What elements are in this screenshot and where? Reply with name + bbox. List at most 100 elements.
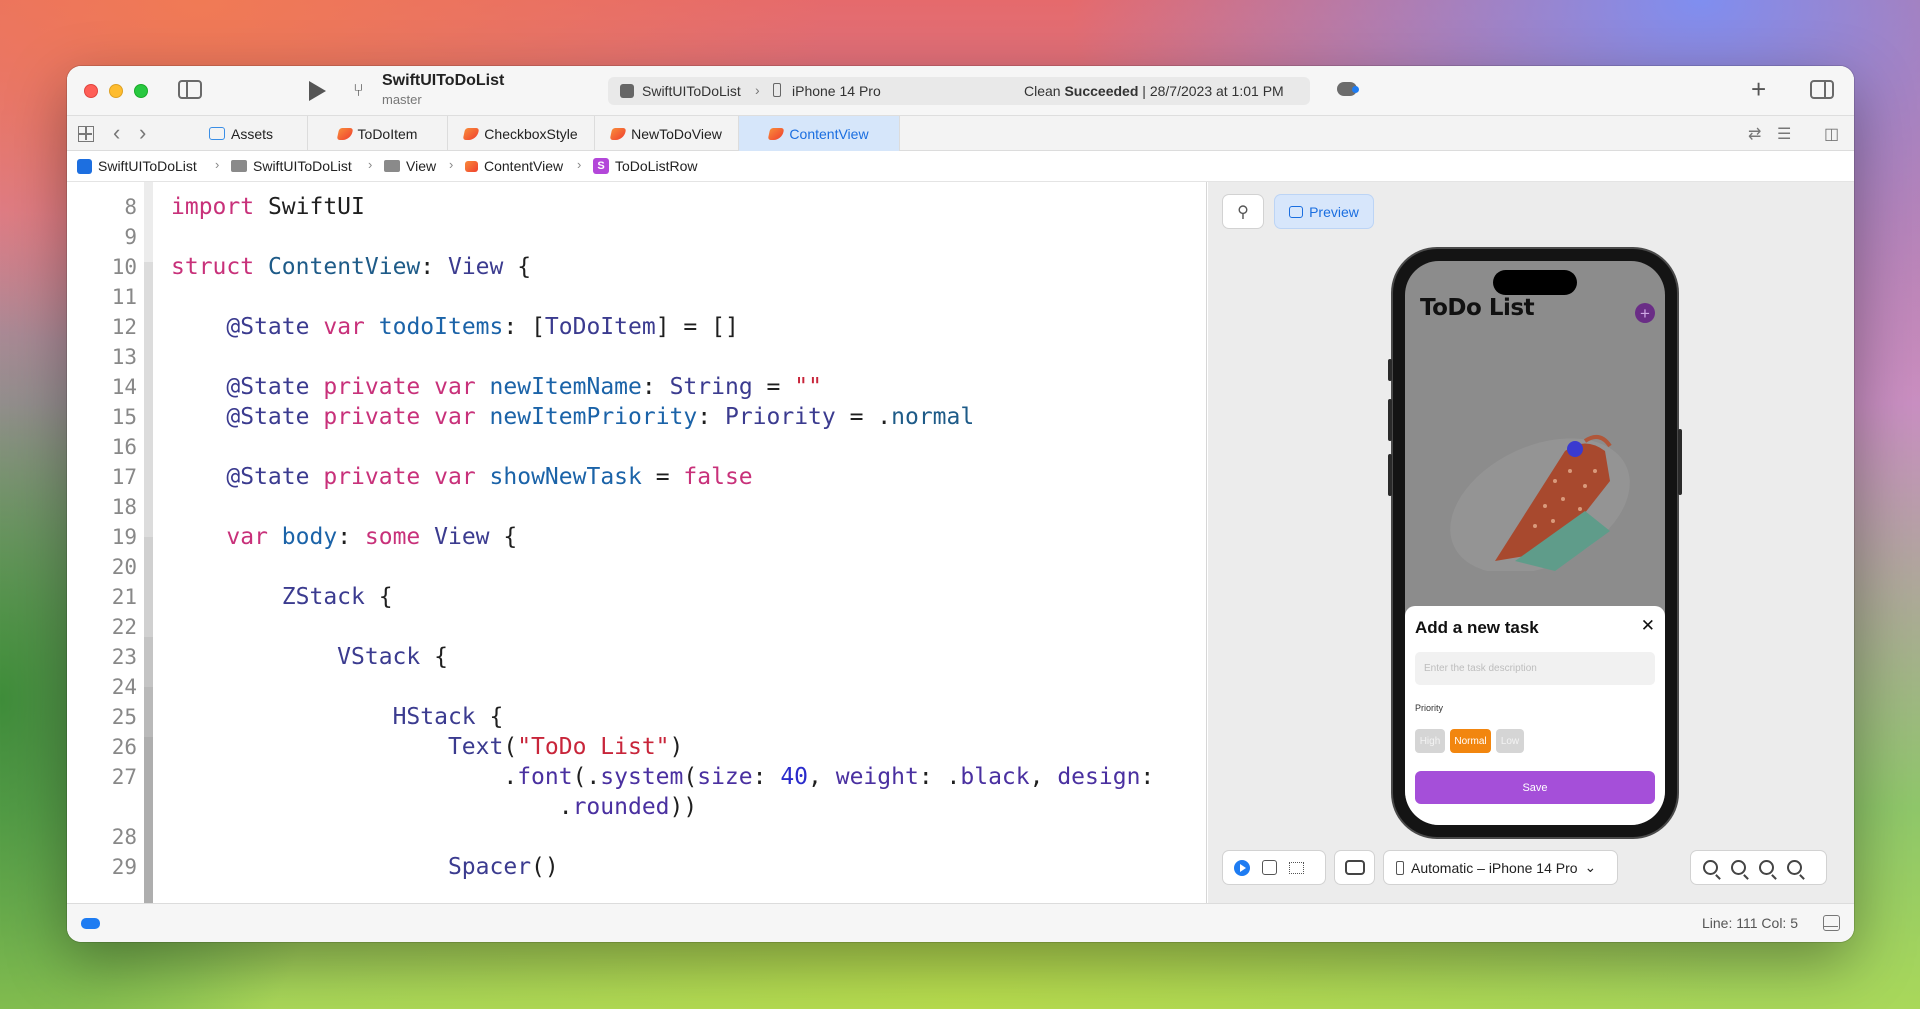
inspector-toggle-icon[interactable] — [1810, 80, 1834, 99]
device-selector[interactable]: Automatic – iPhone 14 Pro ⌄ — [1384, 851, 1617, 884]
tab-checkboxstyle[interactable]: CheckboxStyle — [448, 116, 595, 151]
zoom-actual-size-icon[interactable] — [1731, 860, 1746, 875]
code-line[interactable]: 15 @State private var newItemPriority: P… — [67, 402, 1206, 432]
zoom-in-icon[interactable] — [1787, 860, 1802, 875]
code-line[interactable]: 21 ZStack { — [67, 582, 1206, 612]
line-number: 26 — [111, 735, 137, 759]
branch-name[interactable]: master — [382, 92, 422, 107]
code-text: ZStack { — [281, 584, 393, 610]
add-library-button[interactable]: + — [1751, 74, 1766, 105]
code-line[interactable]: 26 Text("ToDo List") — [67, 732, 1206, 762]
code-line[interactable]: .rounded)) — [67, 792, 1206, 822]
line-number: 14 — [111, 375, 137, 399]
code-line[interactable]: 18 — [67, 492, 1206, 522]
add-task-icon[interactable]: + — [1635, 303, 1655, 323]
code-line[interactable]: 13 — [67, 342, 1206, 372]
status-bar: Line: 111 Col: 5 — [67, 903, 1854, 942]
breadcrumb-file[interactable]: ContentView — [465, 158, 563, 174]
chevron-right-icon: › — [215, 157, 220, 172]
code-line[interactable]: 8 import SwiftUI — [67, 192, 1206, 222]
forward-arrow-icon[interactable]: › — [139, 120, 146, 146]
iphone-icon — [1396, 860, 1404, 875]
grid-icon[interactable] — [78, 126, 94, 142]
priority-label: Priority — [1415, 703, 1444, 713]
code-line[interactable]: 10 struct ContentView: View { — [67, 252, 1206, 282]
tab-assets[interactable]: Assets — [175, 116, 308, 151]
code-line[interactable]: 28 — [67, 822, 1206, 852]
chevron-right-icon: › — [449, 157, 454, 172]
code-text: Spacer() — [447, 854, 559, 880]
scheme-selector[interactable]: SwiftUIToDoList — [642, 83, 741, 99]
zoom-to-fit-icon[interactable] — [1759, 860, 1774, 875]
scheme-app-icon — [620, 84, 634, 98]
debug-area-toggle-icon[interactable] — [81, 918, 100, 929]
phone-side-button — [1388, 399, 1392, 441]
swap-icon[interactable]: ⇄ — [1748, 124, 1761, 144]
code-line[interactable]: 23 VStack { — [67, 642, 1206, 672]
close-icon[interactable]: ✕ — [1641, 616, 1655, 636]
code-line[interactable]: 24 — [67, 672, 1206, 702]
branch-icon: ⑂ — [353, 80, 364, 100]
zoom-window-button[interactable] — [134, 84, 148, 98]
line-number: 20 — [111, 555, 137, 579]
folder-icon — [384, 160, 400, 172]
code-line[interactable]: 19 var body: some View { — [67, 522, 1206, 552]
breadcrumb-group[interactable]: SwiftUIToDoList — [231, 158, 352, 174]
pin-button[interactable]: ⚲ — [1223, 195, 1263, 228]
save-button[interactable]: Save — [1415, 771, 1655, 804]
code-line[interactable]: 29 Spacer() — [67, 852, 1206, 882]
split-editor-icon[interactable]: ◫ — [1824, 124, 1839, 144]
code-text: import SwiftUI — [171, 194, 365, 220]
priority-high-button[interactable]: High — [1415, 729, 1445, 753]
code-line[interactable]: 11 — [67, 282, 1206, 312]
run-destination-selector[interactable]: iPhone 14 Pro — [792, 83, 881, 99]
run-button[interactable] — [309, 81, 326, 101]
line-number: 16 — [111, 435, 137, 459]
code-line[interactable]: 27 .font(.system(size: 40, weight: .blac… — [67, 762, 1206, 792]
code-line[interactable]: 9 — [67, 222, 1206, 252]
activity-viewer: SwiftUIToDoList › iPhone 14 Pro Clean Su… — [608, 77, 1310, 105]
close-window-button[interactable] — [84, 84, 98, 98]
priority-normal-button[interactable]: Normal — [1450, 729, 1491, 753]
iphone-frame: ToDo List + Add a new task ✕ Enter the t… — [1388, 249, 1682, 837]
task-description-input[interactable] — [1415, 652, 1655, 685]
code-line[interactable]: 14 @State private var newItemName: Strin… — [67, 372, 1206, 402]
phone-side-button — [1388, 359, 1392, 381]
illustration-image — [1450, 435, 1630, 571]
panel-toggle-icon[interactable] — [1823, 915, 1840, 931]
breadcrumb-folder[interactable]: View — [384, 158, 436, 174]
variants-icon[interactable] — [1289, 861, 1304, 874]
live-preview-icon[interactable] — [1234, 859, 1250, 876]
priority-low-button[interactable]: Low — [1496, 729, 1524, 753]
back-arrow-icon[interactable]: ‹ — [113, 120, 120, 146]
struct-symbol-icon: S — [593, 158, 609, 174]
tab-newtodoview[interactable]: NewToDoView — [595, 116, 739, 151]
phone-screen: ToDo List + Add a new task ✕ Enter the t… — [1405, 261, 1665, 825]
navigator-toggle-icon[interactable] — [178, 80, 202, 99]
phone-side-button — [1388, 454, 1392, 496]
selectable-mode-icon[interactable] — [1262, 860, 1277, 875]
code-line[interactable]: 22 — [67, 612, 1206, 642]
breadcrumb-symbol[interactable]: S ToDoListRow — [593, 158, 697, 174]
project-title[interactable]: SwiftUIToDoList — [382, 72, 504, 90]
breadcrumb-project[interactable]: SwiftUIToDoList — [77, 158, 197, 174]
preview-button[interactable]: Preview — [1275, 195, 1373, 228]
minimize-window-button[interactable] — [109, 84, 123, 98]
tab-contentview[interactable]: ContentView — [739, 116, 900, 151]
line-number: 17 — [111, 465, 137, 489]
code-line[interactable]: 12 @State var todoItems: [ToDoItem] = [] — [67, 312, 1206, 342]
code-line[interactable]: 16 — [67, 432, 1206, 462]
swift-file-icon — [768, 127, 785, 140]
device-settings-button[interactable] — [1335, 851, 1374, 884]
source-editor[interactable]: 8 import SwiftUI 9 10 struct ContentView: Vi… — [67, 182, 1207, 903]
editor-options-icon[interactable]: ☰ — [1777, 124, 1791, 144]
device-settings-icon — [1344, 860, 1365, 875]
iphone-icon — [773, 83, 781, 97]
cloud-icon[interactable] — [1337, 82, 1359, 96]
code-line[interactable]: 17 @State private var showNewTask = fals… — [67, 462, 1206, 492]
tab-todoitem[interactable]: ToDoItem — [308, 116, 448, 151]
zoom-out-icon[interactable] — [1703, 860, 1718, 875]
zoom-controls — [1691, 851, 1826, 884]
code-line[interactable]: 20 — [67, 552, 1206, 582]
code-line[interactable]: 25 HStack { — [67, 702, 1206, 732]
